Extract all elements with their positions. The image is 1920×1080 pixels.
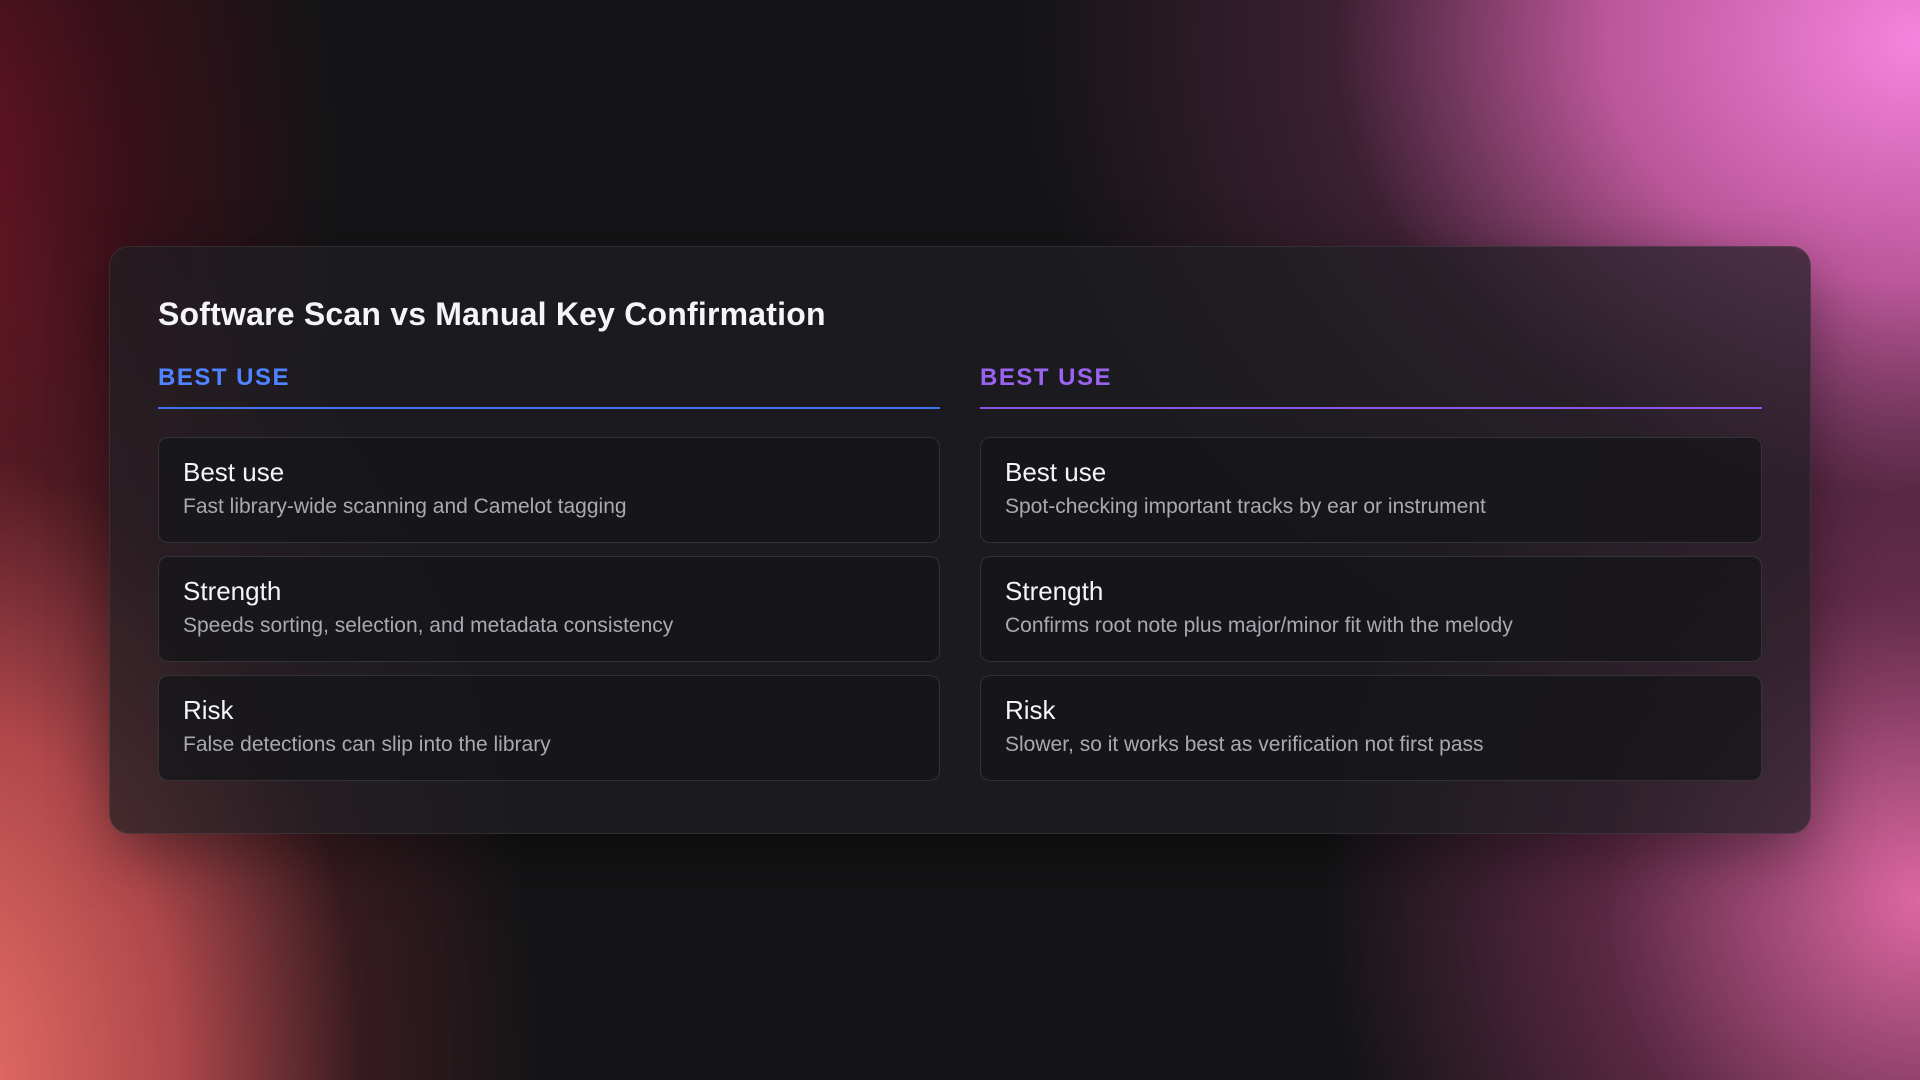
- column-heading: BEST USE: [980, 363, 1762, 409]
- card-text: Spot-checking important tracks by ear or…: [1005, 495, 1486, 518]
- card-strength: Strength Speeds sorting, selection, and …: [158, 556, 940, 662]
- card-label: Strength: [1005, 576, 1104, 606]
- card-text: Speeds sorting, selection, and metadata …: [183, 614, 674, 637]
- card-label: Risk: [183, 695, 234, 725]
- card-label: Best use: [1005, 457, 1107, 487]
- column-software-scan: BEST USE Best use Fast library-wide scan…: [158, 363, 940, 781]
- card-list: Best use Spot-checking important tracks …: [980, 437, 1762, 781]
- card-text: Fast library-wide scanning and Camelot t…: [183, 495, 627, 518]
- card-list: Best use Fast library-wide scanning and …: [158, 437, 940, 781]
- column-manual-confirmation: BEST USE Best use Spot-checking importan…: [980, 363, 1762, 781]
- card-best-use: Best use Fast library-wide scanning and …: [158, 437, 940, 543]
- card-risk: Risk False detections can slip into the …: [158, 675, 940, 781]
- card-risk: Risk Slower, so it works best as verific…: [980, 675, 1762, 781]
- card-label: Risk: [1005, 695, 1056, 725]
- comparison-columns: BEST USE Best use Fast library-wide scan…: [158, 363, 1762, 781]
- card-strength: Strength Confirms root note plus major/m…: [980, 556, 1762, 662]
- card-text: Confirms root note plus major/minor fit …: [1005, 614, 1513, 637]
- card-label: Strength: [183, 576, 282, 606]
- card-best-use: Best use Spot-checking important tracks …: [980, 437, 1762, 543]
- comparison-panel: Software Scan vs Manual Key Confirmation…: [109, 246, 1811, 834]
- card-text: Slower, so it works best as verification…: [1005, 733, 1484, 756]
- card-label: Best use: [183, 457, 285, 487]
- card-text: False detections can slip into the libra…: [183, 733, 551, 756]
- page-title: Software Scan vs Manual Key Confirmation: [158, 296, 826, 332]
- column-heading: BEST USE: [158, 363, 940, 409]
